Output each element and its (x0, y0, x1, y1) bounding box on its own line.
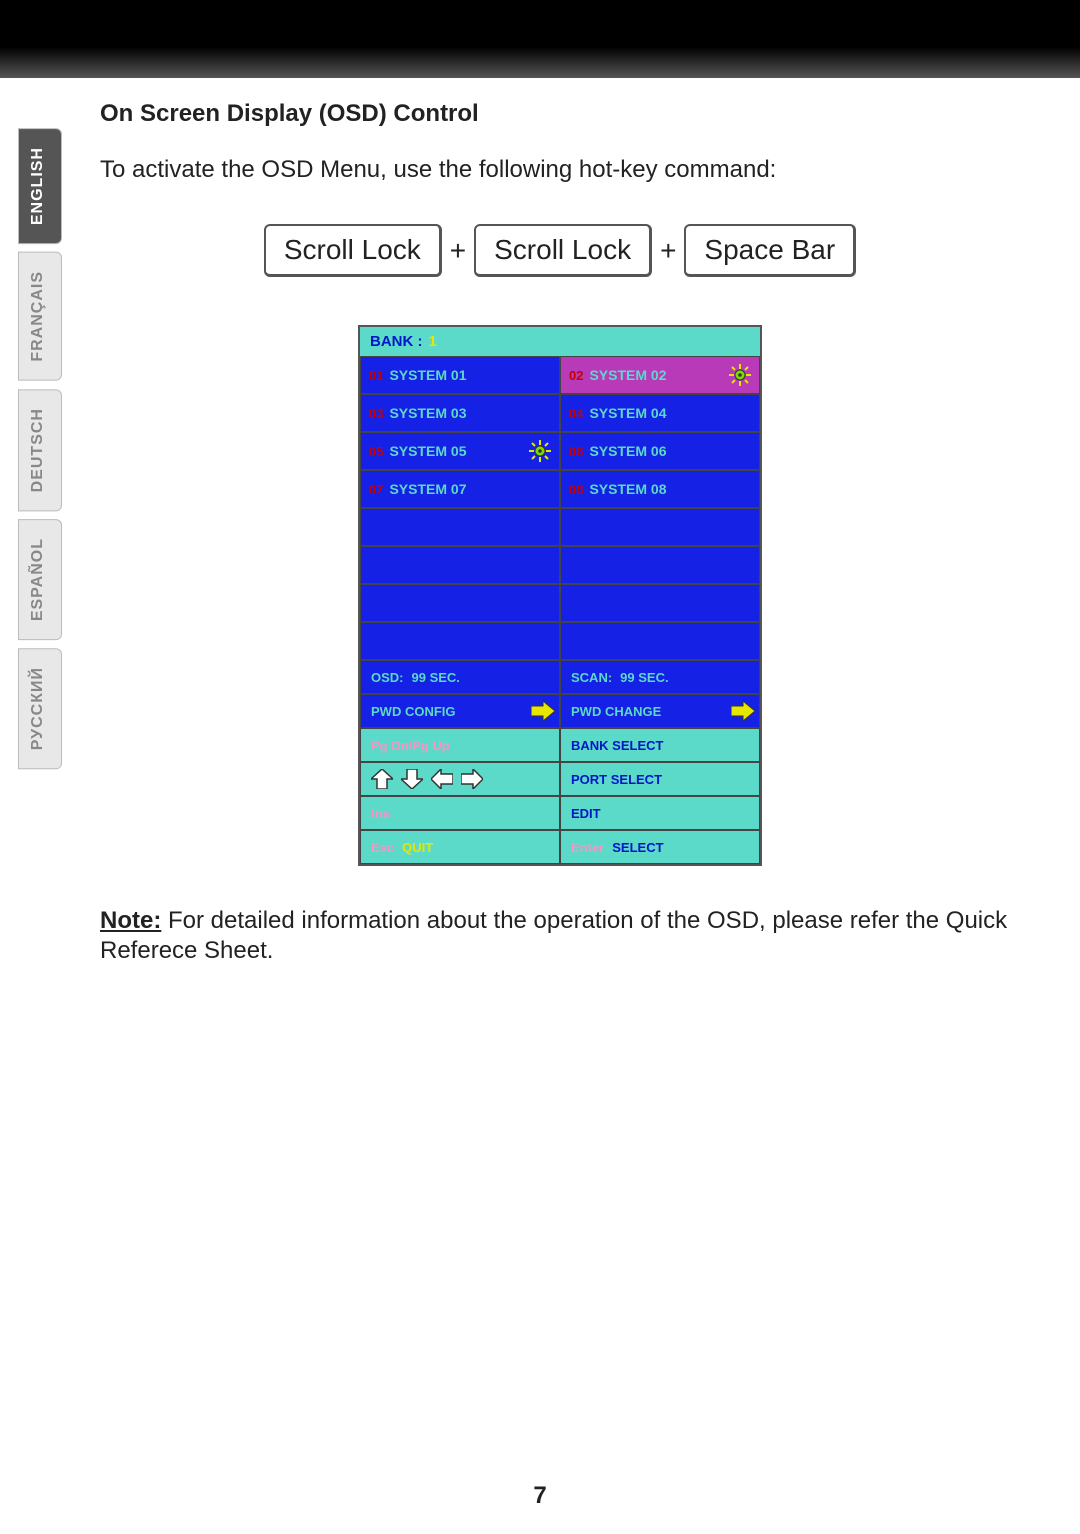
plus-1: + (450, 235, 466, 267)
system-name: SYSTEM 02 (589, 367, 666, 383)
system-cell-06[interactable]: 06 SYSTEM 06 (560, 432, 760, 470)
pwd-config-label: PWD CONFIG (371, 704, 456, 719)
osd-panel: BANK : 1 01 SYSTEM 01 02 SYSTEM 02 03 SYSTEM … (358, 325, 762, 866)
section-title: On Screen Display (OSD) Control (100, 100, 1020, 128)
tab-espanol[interactable]: ESPAÑOL (18, 519, 62, 640)
system-name: SYSTEM 04 (589, 405, 666, 421)
system-cell-empty (560, 622, 760, 660)
scan-value: 99 SEC. (620, 670, 668, 685)
system-cell-05[interactable]: 05 SYSTEM 05 (360, 432, 560, 470)
language-tabs: ENGLISH FRANÇAIS DEUTSCH ESPAÑOL РУССКИЙ (18, 128, 62, 778)
ins-key: Ins (360, 796, 560, 830)
plus-2: + (660, 235, 676, 267)
port-select-label: PORT SELECT (571, 772, 662, 787)
osd-label: OSD: (371, 670, 404, 685)
tab-francais[interactable]: FRANÇAIS (18, 252, 62, 381)
osd-bank-header: BANK : 1 (360, 327, 760, 356)
osd-value: 99 SEC. (412, 670, 460, 685)
pwd-config[interactable]: PWD CONFIG (360, 694, 560, 728)
system-num: 04 (569, 406, 583, 421)
enter-select: Enter SELECT (560, 830, 760, 864)
system-cell-02[interactable]: 02 SYSTEM 02 (560, 356, 760, 394)
edit-label: EDIT (571, 806, 601, 821)
system-cell-03[interactable]: 03 SYSTEM 03 (360, 394, 560, 432)
system-name: SYSTEM 07 (389, 481, 466, 497)
system-cell-empty (360, 546, 560, 584)
quit-label: QUIT (402, 840, 433, 855)
page-number: 7 (0, 1482, 1080, 1510)
key-scroll-lock-1: Scroll Lock (264, 224, 442, 277)
osd-system-grid: 01 SYSTEM 01 02 SYSTEM 02 03 SYSTEM 03 04 SYSTE… (360, 356, 760, 660)
system-name: SYSTEM 08 (589, 481, 666, 497)
scan-label: SCAN: (571, 670, 612, 685)
system-num: 01 (369, 368, 383, 383)
tab-english[interactable]: ENGLISH (18, 128, 62, 244)
system-num: 08 (569, 482, 583, 497)
key-scroll-lock-2: Scroll Lock (474, 224, 652, 277)
arrow-right-icon (731, 701, 755, 721)
tab-deutsch[interactable]: DEUTSCH (18, 389, 62, 511)
system-num: 06 (569, 444, 583, 459)
system-cell-04[interactable]: 04 SYSTEM 04 (560, 394, 760, 432)
note-label: Note: (100, 907, 161, 934)
system-num: 02 (569, 368, 583, 383)
bank-select-label: BANK SELECT (571, 738, 663, 753)
esc-quit: Esc QUIT (360, 830, 560, 864)
bank-select: BANK SELECT (560, 728, 760, 762)
bank-label: BANK : (370, 333, 423, 350)
page-content: On Screen Display (OSD) Control To activ… (100, 100, 1020, 966)
pgdn-pgup-label: Pg Dn/Pg Up (371, 738, 450, 753)
system-num: 05 (369, 444, 383, 459)
system-num: 03 (369, 406, 383, 421)
system-num: 07 (369, 482, 383, 497)
pwd-change[interactable]: PWD CHANGE (560, 694, 760, 728)
select-label: SELECT (612, 840, 663, 855)
system-cell-empty (360, 622, 560, 660)
system-cell-empty (560, 508, 760, 546)
hotkey-row: Scroll Lock + Scroll Lock + Space Bar (100, 224, 1020, 277)
bank-number: 1 (429, 333, 437, 350)
enter-label: Enter (571, 840, 604, 855)
arrow-up-icon (371, 769, 393, 789)
note-text: For detailed information about the opera… (100, 907, 1007, 964)
system-cell-07[interactable]: 07 SYSTEM 07 (360, 470, 560, 508)
system-name: SYSTEM 06 (589, 443, 666, 459)
ins-label: Ins (371, 806, 390, 821)
pwd-change-label: PWD CHANGE (571, 704, 661, 719)
edit: EDIT (560, 796, 760, 830)
note-block: Note: For detailed information about the… (100, 906, 1020, 966)
intro-text: To activate the OSD Menu, use the follow… (100, 156, 1020, 184)
esc-label: Esc (371, 840, 394, 855)
arrow-left-icon (431, 769, 453, 789)
system-cell-08[interactable]: 08 SYSTEM 08 (560, 470, 760, 508)
pgdn-pgup: Pg Dn/Pg Up (360, 728, 560, 762)
system-name: SYSTEM 01 (389, 367, 466, 383)
sun-icon (529, 440, 551, 462)
osd-timer: OSD: 99 SEC. (360, 660, 560, 694)
osd-footer-grid: OSD: 99 SEC. SCAN: 99 SEC. PWD CONFIG PW… (360, 660, 760, 864)
system-cell-01[interactable]: 01 SYSTEM 01 (360, 356, 560, 394)
system-name: SYSTEM 03 (389, 405, 466, 421)
system-cell-empty (360, 508, 560, 546)
arrow-right-icon (461, 769, 483, 789)
key-space-bar: Space Bar (684, 224, 856, 277)
arrow-down-icon (401, 769, 423, 789)
top-gradient-bar (0, 0, 1080, 78)
system-name: SYSTEM 05 (389, 443, 466, 459)
tab-russian[interactable]: РУССКИЙ (18, 648, 62, 769)
sun-icon (729, 364, 751, 386)
system-cell-empty (560, 584, 760, 622)
system-cell-empty (560, 546, 760, 584)
scan-timer: SCAN: 99 SEC. (560, 660, 760, 694)
arrow-right-icon (531, 701, 555, 721)
port-select: PORT SELECT (560, 762, 760, 796)
arrow-keys (360, 762, 560, 796)
system-cell-empty (360, 584, 560, 622)
